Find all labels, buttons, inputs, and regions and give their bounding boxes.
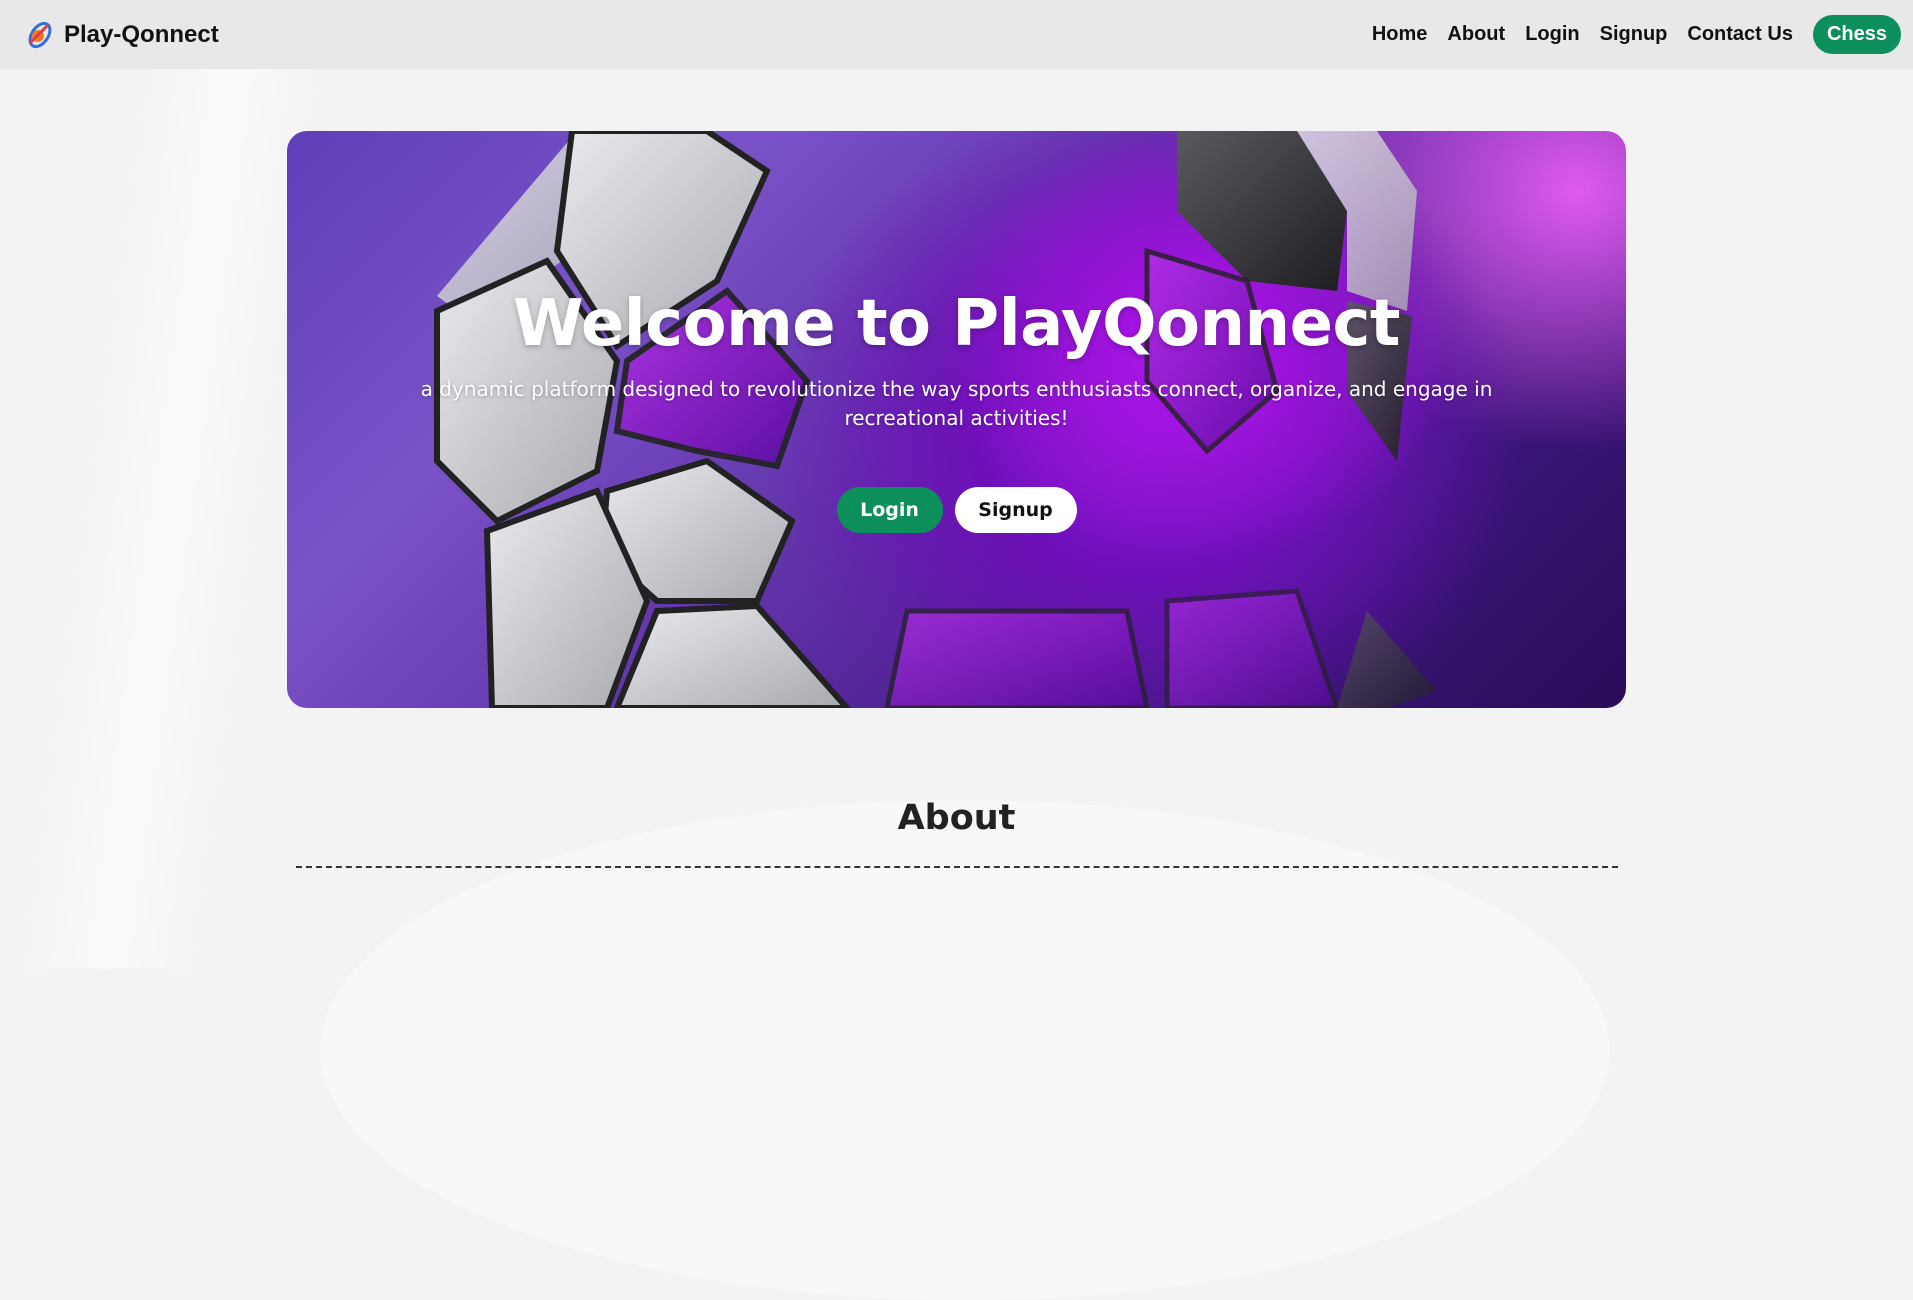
hero-title: Welcome to PlayQonnect [513,287,1401,361]
background-arc [320,800,1610,1300]
about-heading: About [897,798,1016,838]
hero-login-button[interactable]: Login [836,487,943,533]
hero-banner: Welcome to PlayQonnect a dynamic platfor… [287,131,1626,708]
nav-login-link[interactable]: Login [1525,23,1579,46]
hero-signup-button[interactable]: Signup [954,487,1077,533]
hero-buttons: Login Signup [836,487,1077,533]
nav-signup-link[interactable]: Signup [1600,23,1668,46]
nav-contact-link[interactable]: Contact Us [1687,23,1793,46]
logo-icon [24,19,56,51]
hero-subtitle: a dynamic platform designed to revolutio… [420,377,1493,430]
nav-about-link[interactable]: About [1447,23,1505,46]
about-divider [296,866,1618,868]
brand[interactable]: Play-Qonnect [24,19,219,51]
navbar: Play-Qonnect Home About Login Signup Con… [0,0,1913,69]
nav-chess-button[interactable]: Chess [1812,15,1901,54]
nav-home-link[interactable]: Home [1372,23,1428,46]
hero-content: Welcome to PlayQonnect a dynamic platfor… [287,131,1626,708]
nav-links: Home About Login Signup Contact Us Chess [1372,15,1901,54]
brand-name: Play-Qonnect [64,20,219,48]
